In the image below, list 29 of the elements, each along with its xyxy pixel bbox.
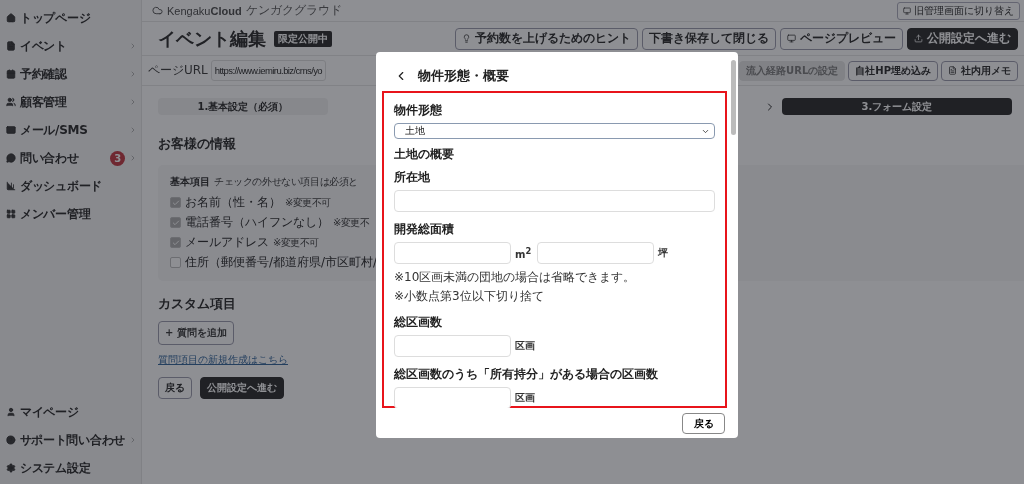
section-heading: お客様の情報 bbox=[158, 135, 236, 153]
unit-label: m$^{2}$ bbox=[515, 245, 532, 261]
modal-title: 物件形態・概要 bbox=[418, 67, 509, 85]
note-text: ※変更不可 bbox=[285, 195, 331, 210]
status-badge: 限定公開中 bbox=[274, 30, 332, 47]
note-text: ※変更不 bbox=[333, 215, 370, 230]
checkbox-label: メールアドレス bbox=[185, 234, 269, 251]
unit-label: 区画 bbox=[515, 339, 535, 353]
hint-text: チェックの外せない項目は必須と bbox=[214, 175, 358, 189]
url-label: ページURL bbox=[148, 62, 208, 79]
field-label: 所在地 bbox=[394, 169, 431, 186]
note-text: ※小数点第3位以下切り捨て bbox=[394, 288, 545, 305]
count-badge: 3 bbox=[110, 150, 125, 166]
logo-subtitle: ケンガクグラウド bbox=[245, 2, 342, 19]
section-heading: カスタム項目 bbox=[158, 295, 236, 313]
section-heading: 土地の概要 bbox=[394, 146, 455, 163]
field-label: 総区画数のうち「所有持分」がある場合の区画数 bbox=[394, 366, 659, 383]
logo-text: KengakuCloud bbox=[167, 4, 242, 17]
unit-label: 坪 bbox=[658, 246, 669, 260]
page-title: イベント編集 bbox=[158, 26, 266, 51]
note-text: ※10区画未満の団地の場合は省略できます。 bbox=[394, 269, 637, 286]
field-label: 開発総面積 bbox=[394, 221, 455, 238]
card-title: 基本項目 bbox=[170, 175, 210, 189]
field-label: 総区画数 bbox=[394, 314, 443, 331]
field-label: 物件形態 bbox=[394, 102, 443, 119]
note-text: ※変更不可 bbox=[273, 235, 319, 250]
checkbox-label: お名前（性・名） bbox=[185, 194, 281, 211]
unit-label: 区画 bbox=[515, 391, 535, 405]
checkbox-label: 電話番号（ハイフンなし） bbox=[185, 214, 329, 231]
